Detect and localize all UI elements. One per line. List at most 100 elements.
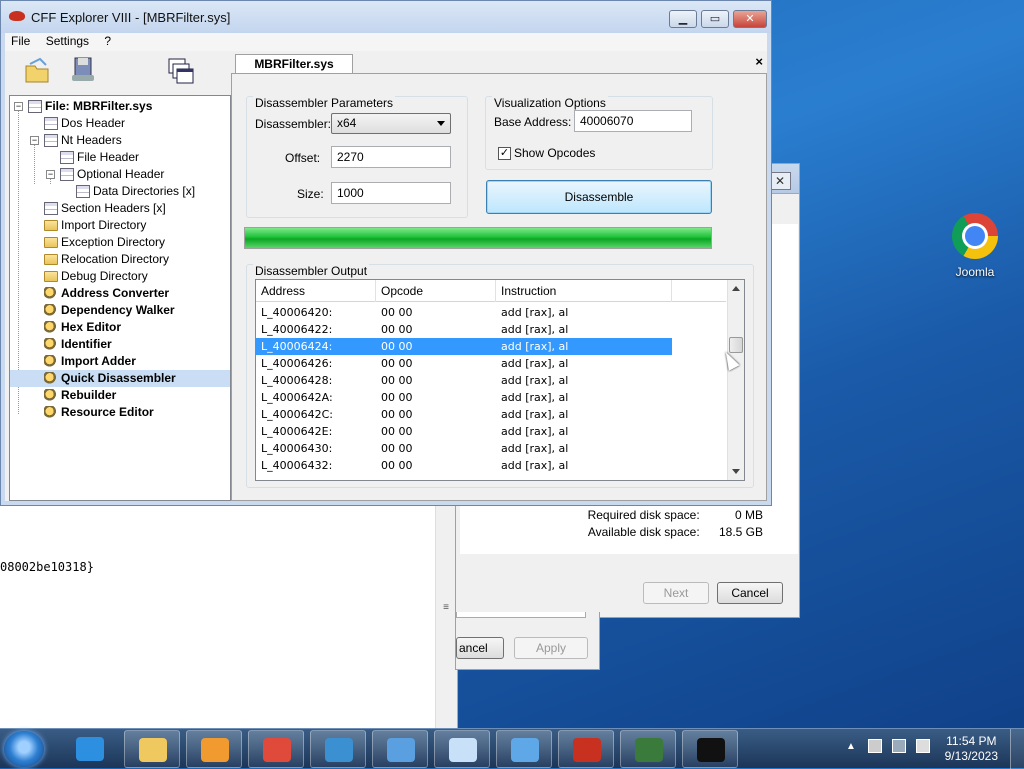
tree-item-rebuilder[interactable]: Rebuilder [44, 387, 116, 404]
properties-cancel-button[interactable]: ancel [456, 637, 504, 659]
windows-icon[interactable] [167, 57, 195, 85]
column-instruction[interactable]: Instruction [496, 280, 672, 302]
table-row[interactable]: L_40006422: 00 00 add [rax], al [256, 321, 672, 338]
tab-mbrfilter[interactable]: MBRFilter.sys [235, 54, 353, 74]
desktop-shortcut[interactable]: Joomla [944, 213, 1006, 285]
tray-expand-icon[interactable]: ▲ [846, 741, 856, 752]
tree-item-hex-editor[interactable]: Hex Editor [44, 319, 121, 336]
list-scrollbar[interactable] [727, 280, 744, 480]
taskbar-file-explorer[interactable] [124, 730, 180, 768]
properties-apply-button[interactable]: Apply [514, 637, 588, 659]
collapse-icon[interactable]: − [30, 136, 39, 145]
taskbar-internet-explorer[interactable] [62, 730, 118, 768]
start-button[interactable] [4, 731, 44, 767]
tree-item-label: Resource Editor [61, 405, 154, 419]
output-list[interactable]: Address Opcode Instruction L_40006420: 00… [255, 279, 745, 481]
group-title: Disassembler Parameters [253, 96, 396, 110]
show-desktop-button[interactable] [1010, 729, 1024, 769]
table-row[interactable]: L_40006424: 00 00 add [rax], al [256, 338, 672, 355]
tree-item-exception-directory[interactable]: Exception Directory [44, 234, 165, 251]
tree-item-import-directory[interactable]: Import Directory [44, 217, 146, 234]
tree-item-address-converter[interactable]: Address Converter [44, 285, 169, 302]
cell-address: L_4000642A: [261, 391, 333, 404]
tree-item-dos-header[interactable]: Dos Header [44, 115, 125, 132]
cell-instruction: add [rax], al [501, 357, 569, 370]
tree-item-data-directories[interactable]: Data Directories [x] [76, 183, 195, 200]
open-file-icon[interactable] [23, 57, 51, 85]
tree-root[interactable]: File: MBRFilter.sys [28, 98, 152, 115]
tree-item-dependency-walker[interactable]: Dependency Walker [44, 302, 175, 319]
folder-icon [44, 254, 58, 266]
tree-item-file-header[interactable]: File Header [60, 149, 139, 166]
clock-time: 11:54 PM [946, 734, 997, 748]
chevron-down-icon [437, 121, 445, 126]
menu-file[interactable]: File [5, 33, 36, 49]
close-icon[interactable]: × [755, 54, 763, 69]
table-row[interactable]: L_40006420: 00 00 add [rax], al [256, 304, 672, 321]
tree-item-debug-directory[interactable]: Debug Directory [44, 268, 148, 285]
taskbar-network-settings[interactable] [372, 730, 428, 768]
editor-code-line: 08002be10318} [0, 560, 94, 574]
file-tree[interactable]: − File: MBRFilter.sys Dos Header − Nt He… [9, 95, 231, 501]
taskbar-cff-explorer[interactable] [558, 730, 614, 768]
base-address-input[interactable]: 40006070 [574, 110, 692, 132]
disassemble-button[interactable]: Disassemble [486, 180, 712, 214]
cell-opcode: 00 00 [381, 391, 413, 404]
tree-item-label: Identifier [61, 337, 112, 351]
column-opcode[interactable]: Opcode [376, 280, 496, 302]
scroll-up-icon[interactable] [732, 286, 740, 291]
tree-item-relocation-directory[interactable]: Relocation Directory [44, 251, 169, 268]
table-row[interactable]: L_40006430: 00 00 add [rax], al [256, 440, 672, 457]
progress-fill [245, 228, 711, 248]
action-center-icon[interactable] [868, 739, 882, 753]
folder-icon [44, 220, 58, 232]
table-row[interactable]: L_40006432: 00 00 add [rax], al [256, 457, 672, 474]
cell-address: L_40006432: [261, 459, 333, 472]
scroll-down-icon[interactable] [732, 469, 740, 474]
table-row[interactable]: L_40006428: 00 00 add [rax], al [256, 372, 672, 389]
table-row[interactable]: L_4000642C: 00 00 add [rax], al [256, 406, 672, 423]
taskbar-media-player[interactable] [186, 730, 242, 768]
offset-input[interactable]: 2270 [331, 146, 451, 168]
menu-settings[interactable]: Settings [40, 33, 95, 49]
tree-item-optional-header[interactable]: Optional Header [60, 166, 164, 183]
clock[interactable]: 11:54 PM 9/13/2023 [945, 734, 998, 764]
taskbar-chrome[interactable] [248, 730, 304, 768]
tree-item-label: Optional Header [77, 167, 165, 181]
collapse-icon[interactable]: − [46, 170, 55, 179]
minimize-button[interactable]: ▁ [669, 10, 697, 28]
column-address[interactable]: Address [256, 280, 376, 302]
disassembler-select[interactable]: x64 [331, 113, 451, 134]
taskbar-command-prompt[interactable] [682, 730, 738, 768]
tree-item-resource-editor[interactable]: Resource Editor [44, 404, 154, 421]
taskbar-notepad[interactable] [434, 730, 490, 768]
size-input[interactable]: 1000 [331, 182, 451, 204]
taskbar-process-monitor[interactable] [620, 730, 676, 768]
disassembler-value: x64 [337, 116, 357, 130]
taskbar-control-panel[interactable] [496, 730, 552, 768]
tree-item-quick-disassembler[interactable]: Quick Disassembler [10, 370, 230, 387]
save-file-icon[interactable] [69, 55, 97, 83]
collapse-icon[interactable]: − [14, 102, 23, 111]
next-button[interactable]: Next [643, 582, 709, 604]
cancel-button[interactable]: Cancel [717, 582, 783, 604]
editor-scrollbar[interactable]: ≡ [435, 500, 457, 728]
table-row[interactable]: L_40006426: 00 00 add [rax], al [256, 355, 672, 372]
volume-icon[interactable] [916, 739, 930, 753]
tree-item-nt-headers[interactable]: Nt Headers [44, 132, 122, 149]
menu-help[interactable]: ? [98, 33, 117, 49]
maximize-button[interactable]: ▭ [701, 10, 729, 28]
taskbar: ▲ 11:54 PM 9/13/2023 [0, 728, 1024, 769]
table-row[interactable]: L_4000642A: 00 00 add [rax], al [256, 389, 672, 406]
close-icon[interactable]: ✕ [769, 172, 791, 190]
show-opcodes-checkbox[interactable]: ✓ [498, 147, 511, 160]
show-opcodes-label: Show Opcodes [514, 146, 596, 160]
tool-icon [44, 389, 58, 403]
taskbar-network-globe[interactable] [310, 730, 366, 768]
network-icon[interactable] [892, 739, 906, 753]
table-row[interactable]: L_4000642E: 00 00 add [rax], al [256, 423, 672, 440]
tree-item-import-adder[interactable]: Import Adder [44, 353, 136, 370]
tree-item-section-headers[interactable]: Section Headers [x] [44, 200, 166, 217]
close-button[interactable]: ✕ [733, 10, 767, 28]
tree-item-identifier[interactable]: Identifier [44, 336, 112, 353]
